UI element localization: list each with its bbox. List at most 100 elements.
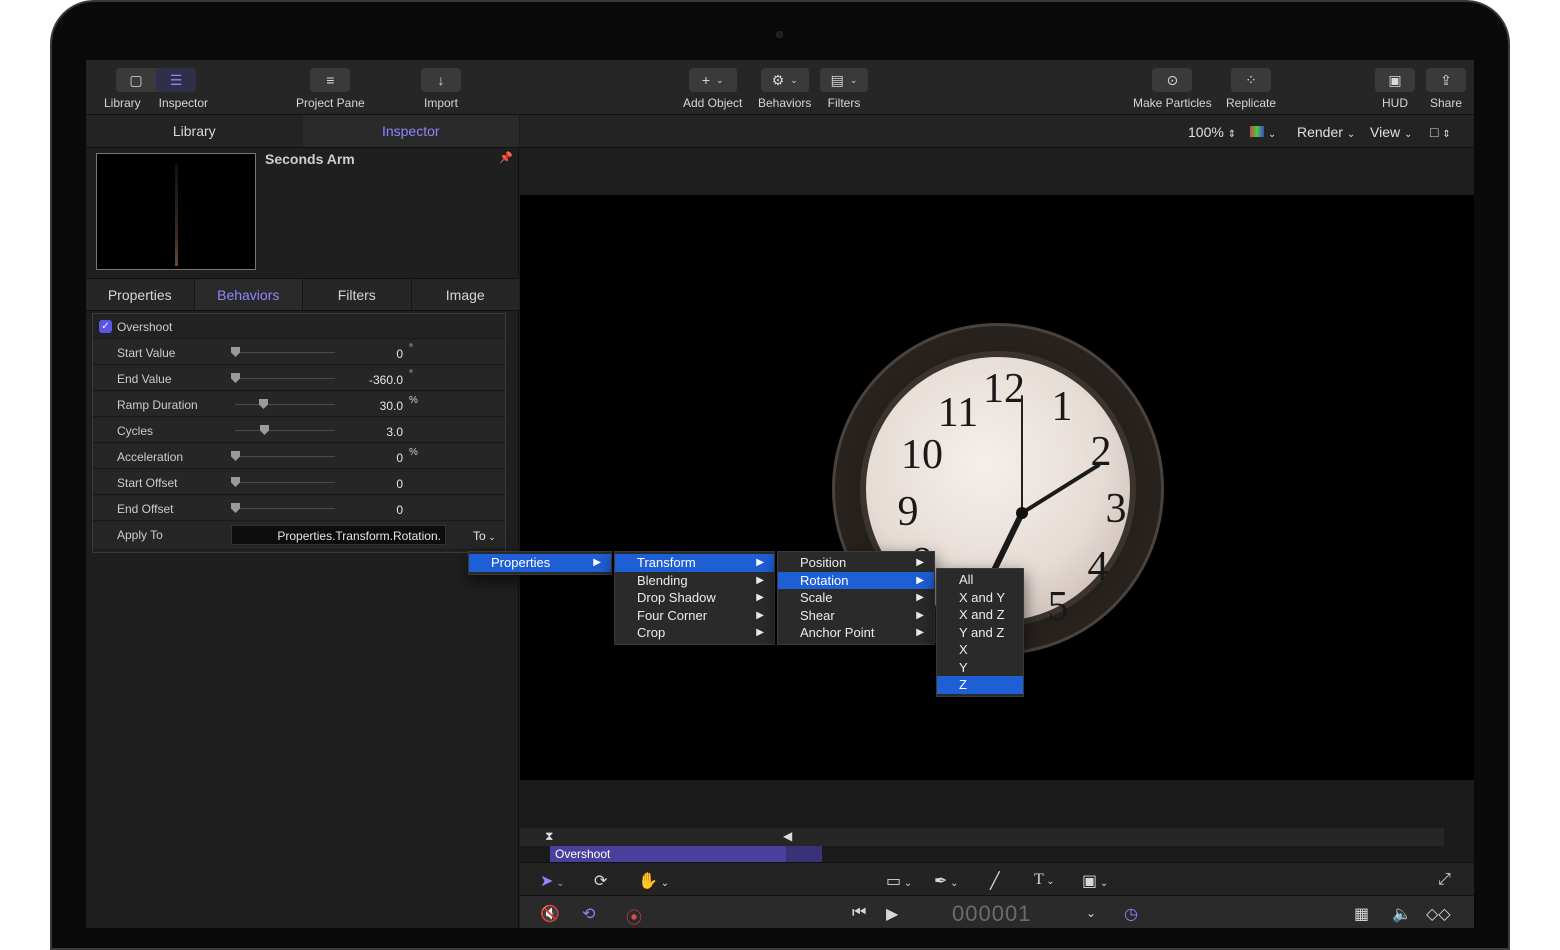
zoom-popup[interactable]: 100% ⇕: [1188, 124, 1236, 140]
mute-button[interactable]: 🔇: [540, 904, 560, 924]
view-layout-popup[interactable]: □ ⇕: [1430, 124, 1451, 140]
param-slider-knob[interactable]: [231, 503, 240, 513]
make-particles-tool[interactable]: ⊙ Make Particles: [1133, 68, 1212, 110]
subtab-properties[interactable]: Properties: [86, 279, 195, 310]
menu-item-all[interactable]: All: [937, 571, 1023, 589]
menu-item-four-corner[interactable]: Four Corner ▶: [615, 607, 774, 625]
replicate-button[interactable]: ⁘: [1231, 68, 1272, 92]
text-tool[interactable]: T ⌄: [1034, 871, 1055, 889]
behaviors-button[interactable]: ⚙ ⌄: [760, 68, 809, 92]
menu-item-anchor-point[interactable]: Anchor Point ▶: [778, 624, 934, 642]
param-value[interactable]: 0: [343, 347, 403, 361]
add-object-tool[interactable]: + ⌄ Add Object: [683, 68, 742, 110]
pin-icon[interactable]: 📌: [499, 151, 513, 167]
menu-item-transform[interactable]: Transform ▶: [615, 554, 774, 572]
timeline-toggle-button[interactable]: ▦: [1354, 904, 1369, 924]
hud-tool[interactable]: ▣ HUD: [1375, 68, 1415, 110]
menu-item-drop-shadow[interactable]: Drop Shadow ▶: [615, 589, 774, 607]
import-button[interactable]: ↓: [421, 68, 461, 92]
menu-item-x-and-z[interactable]: X and Z: [937, 606, 1023, 624]
library-button[interactable]: ▢: [116, 68, 156, 92]
menu-item-x-and-y[interactable]: X and Y: [937, 589, 1023, 607]
menu-item-properties[interactable]: Properties ▶: [469, 554, 611, 572]
go-to-start-button[interactable]: ⏮: [852, 904, 866, 922]
in-point-marker[interactable]: ⧗: [545, 829, 553, 844]
param-value[interactable]: 3.0: [343, 425, 403, 439]
menu-item-y[interactable]: Y: [937, 659, 1023, 677]
param-slider-track[interactable]: [235, 352, 335, 353]
tab-library[interactable]: Library: [86, 115, 303, 147]
param-slider-knob[interactable]: [259, 399, 268, 409]
menu-item-z[interactable]: Z: [937, 676, 1023, 694]
behavior-enable-checkbox[interactable]: ✓: [99, 320, 112, 333]
param-slider-track[interactable]: [235, 378, 335, 379]
inspector-button[interactable]: ☰: [156, 68, 196, 92]
menu-item-label: Properties: [491, 555, 551, 570]
replicate-tool[interactable]: ⁘ Replicate: [1226, 68, 1276, 110]
param-value[interactable]: -360.0: [343, 373, 403, 387]
param-value[interactable]: 0: [343, 477, 403, 491]
timeline-behavior-bar[interactable]: Overshoot: [550, 846, 822, 862]
to-popup-button[interactable]: To ⌄: [473, 529, 496, 543]
make-particles-button[interactable]: ⊙: [1152, 68, 1193, 92]
paint-tool[interactable]: ╱: [990, 871, 1000, 891]
param-slider-track[interactable]: [235, 456, 335, 457]
import-tool[interactable]: ↓ Import: [421, 68, 461, 110]
param-value[interactable]: 0: [343, 451, 403, 465]
param-slider-track[interactable]: [235, 430, 335, 431]
subtab-behaviors[interactable]: Behaviors: [194, 279, 303, 310]
audio-button[interactable]: 🔈: [1392, 904, 1412, 924]
behaviors-tool[interactable]: ⚙ ⌄ Behaviors: [758, 68, 811, 110]
param-slider-track[interactable]: [235, 508, 335, 509]
hand-tool[interactable]: ✋ ⌄: [638, 871, 669, 891]
mask-tool[interactable]: ▣ ⌄: [1082, 871, 1108, 891]
record-button[interactable]: ⦿: [626, 904, 642, 928]
filters-tool[interactable]: ▤ ⌄ Filters: [820, 68, 868, 110]
subtab-filters[interactable]: Filters: [303, 279, 412, 310]
loop-button[interactable]: ⟲: [582, 904, 595, 924]
add-object-button[interactable]: + ⌄: [688, 68, 737, 92]
timecode-format-popup[interactable]: ⌄: [1086, 904, 1096, 922]
apply-to-field[interactable]: Properties.Transform.Rotation.: [231, 525, 446, 545]
menu-item-position[interactable]: Position ▶: [778, 554, 934, 572]
param-slider-knob[interactable]: [231, 477, 240, 487]
param-slider-knob[interactable]: [231, 347, 240, 357]
orbit-tool[interactable]: ⟳: [594, 871, 607, 891]
menu-item-y-and-z[interactable]: Y and Z: [937, 624, 1023, 642]
select-tool[interactable]: ➤ ⌄: [540, 871, 565, 891]
render-menu[interactable]: Render ⌄: [1297, 124, 1355, 140]
subtab-image[interactable]: Image: [412, 279, 520, 310]
timing-button[interactable]: ◷: [1124, 904, 1138, 924]
param-value[interactable]: 30.0: [343, 399, 403, 413]
playhead-marker[interactable]: ◀: [783, 829, 792, 843]
menu-item-shear[interactable]: Shear ▶: [778, 607, 934, 625]
project-pane-button[interactable]: ≡: [310, 68, 351, 92]
share-tool[interactable]: ⇪ Share: [1426, 68, 1466, 110]
param-slider-track[interactable]: [235, 482, 335, 483]
bezier-tool[interactable]: ✒ ⌄: [934, 871, 959, 891]
tab-inspector[interactable]: Inspector: [302, 115, 519, 147]
timecode-display[interactable]: 000001: [952, 901, 1031, 927]
project-pane-tool[interactable]: ≡ Project Pane: [296, 68, 365, 110]
timeline-ruler[interactable]: [520, 828, 1444, 846]
color-channel-popup[interactable]: ⌄: [1250, 124, 1276, 140]
menu-item-scale[interactable]: Scale ▶: [778, 589, 934, 607]
share-button[interactable]: ⇪: [1426, 68, 1466, 92]
fullscreen-button[interactable]: ⤢: [1438, 871, 1451, 889]
view-menu[interactable]: View ⌄: [1370, 124, 1412, 140]
menu-item-blending[interactable]: Blending ▶: [615, 572, 774, 590]
param-value[interactable]: 0: [343, 503, 403, 517]
param-slider-knob[interactable]: [260, 425, 269, 435]
menu-item-x[interactable]: X: [937, 641, 1023, 659]
param-slider-track[interactable]: [235, 404, 335, 405]
param-slider-knob[interactable]: [231, 373, 240, 383]
menu-item-rotation[interactable]: Rotation ▶: [778, 571, 934, 589]
keyframe-editor-button[interactable]: ◇◇: [1426, 904, 1451, 924]
param-slider-knob[interactable]: [231, 451, 240, 461]
hud-button[interactable]: ▣: [1375, 68, 1415, 92]
menu-item-crop[interactable]: Crop ▶: [615, 624, 774, 642]
filters-button[interactable]: ▤ ⌄: [820, 68, 868, 92]
mini-timeline[interactable]: ⧗ ◀ Overshoot: [520, 780, 1474, 862]
play-button[interactable]: ▶: [886, 904, 898, 924]
shape-tool[interactable]: ▭ ⌄: [886, 871, 912, 891]
